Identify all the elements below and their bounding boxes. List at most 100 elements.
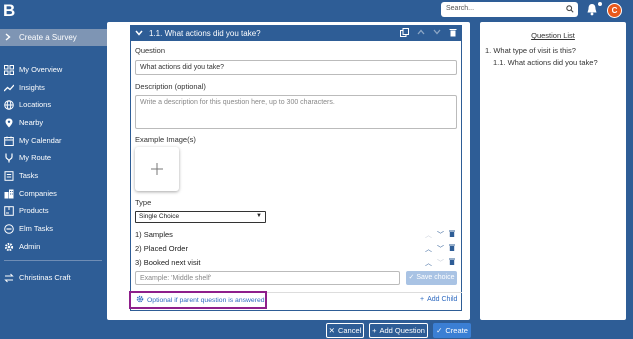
move-up-icon[interactable]: ︿ — [425, 244, 432, 254]
sidebar-item-label: My Overview — [19, 65, 63, 74]
new-option-input[interactable]: Example: 'Middle shelf' — [135, 271, 400, 285]
sidebar-item-label: Create a Survey — [19, 33, 77, 42]
sidebar-item-label: Locations — [19, 100, 52, 109]
copy-icon[interactable] — [400, 28, 409, 37]
trend-icon — [4, 84, 14, 91]
pin-icon — [5, 118, 13, 127]
add-child-label: Add Child — [427, 296, 458, 303]
search-placeholder: Search... — [446, 5, 475, 12]
sidebar-item-label: Insights — [19, 83, 45, 92]
question-input[interactable]: What actions did you take? — [135, 60, 457, 75]
avatar[interactable]: C — [607, 3, 622, 18]
trash-icon[interactable] — [448, 28, 457, 37]
add-question-button[interactable]: + Add Question — [369, 323, 428, 338]
save-choice-label: Save choice — [416, 274, 455, 281]
optional-if-parent-toggle[interactable]: Optional if parent question is answered — [129, 291, 267, 309]
sidebar-item-admin[interactable]: Admin — [0, 239, 107, 254]
top-bar: B Search... C — [0, 0, 633, 22]
app-logo[interactable]: B — [3, 1, 15, 21]
move-down-icon[interactable]: ﹀ — [437, 230, 444, 240]
question-list-title: Question List — [531, 31, 575, 40]
optional-label: Optional if parent question is answered — [147, 296, 265, 304]
check-icon: ✓ — [408, 274, 415, 281]
option-row: 3) Booked next visit ︿ ﹀ — [135, 258, 457, 270]
sidebar-item-companies[interactable]: Companies — [0, 186, 107, 201]
sidebar-item-nearby[interactable]: Nearby — [0, 115, 107, 130]
move-up-icon[interactable]: ︿ — [425, 230, 432, 240]
type-select[interactable]: Single Choice ▼ — [135, 211, 266, 223]
type-select-value: Single Choice — [139, 213, 180, 220]
cancel-label: Cancel — [337, 326, 362, 335]
sidebar-item-label: My Calendar — [19, 136, 62, 145]
trash-icon[interactable] — [449, 244, 455, 254]
notification-dot — [598, 2, 602, 6]
chevron-right-icon — [5, 32, 11, 43]
question-list-item[interactable]: 1.1. What actions did you take? — [493, 58, 598, 67]
sidebar-item-tasks[interactable]: Tasks — [0, 168, 107, 183]
sidebar-item-workspace[interactable]: Christinas Craft — [0, 270, 107, 285]
description-textarea[interactable]: Write a description for this question he… — [135, 95, 457, 129]
create-label: Create — [445, 326, 468, 335]
sidebar-item-label: Admin — [19, 242, 41, 251]
option-label: 1) Samples — [135, 230, 173, 239]
bell-icon[interactable] — [586, 3, 598, 16]
example-images-label: Example Image(s) — [135, 135, 196, 144]
type-label: Type — [135, 198, 152, 207]
sidebar-item-locations[interactable]: Locations — [0, 97, 107, 112]
question-header[interactable]: 1.1. What actions did you take? — [130, 25, 462, 41]
plus-icon: + — [420, 296, 425, 303]
option-label: 2) Placed Order — [135, 244, 188, 253]
sidebar-item-label: Companies — [19, 189, 57, 198]
sidebar-item-create-survey[interactable]: Create a Survey — [0, 29, 107, 46]
move-down-icon[interactable]: ﹀ — [437, 258, 444, 268]
option-row: 2) Placed Order ︿ ﹀ — [135, 244, 457, 256]
gear-icon — [4, 242, 14, 251]
box-icon — [4, 205, 14, 216]
question-header-title: 1.1. What actions did you take? — [149, 28, 261, 38]
grid-icon — [4, 64, 14, 75]
description-label: Description (optional) — [135, 82, 206, 91]
move-up-icon[interactable] — [416, 28, 425, 37]
search-input[interactable]: Search... — [441, 2, 578, 17]
trash-icon[interactable] — [449, 258, 455, 268]
gear-icon — [136, 295, 144, 305]
sidebar-item-label: My Route — [19, 153, 52, 162]
route-icon — [5, 153, 13, 162]
sidebar-item-products[interactable]: Products — [0, 203, 107, 218]
trash-icon[interactable] — [449, 230, 455, 240]
cancel-button[interactable]: ✕ Cancel — [326, 323, 364, 338]
sidebar-item-label: Tasks — [19, 171, 39, 180]
caret-down-icon: ▼ — [256, 213, 262, 219]
check-icon: ✓ — [436, 326, 443, 335]
sidebar-item-label: Christinas Craft — [19, 273, 71, 282]
search-icon[interactable] — [566, 5, 574, 15]
globe-icon — [4, 99, 14, 110]
add-image-button[interactable] — [135, 147, 179, 191]
question-label: Question — [135, 46, 166, 55]
sidebar-divider — [4, 260, 102, 261]
sidebar-item-my-route[interactable]: My Route — [0, 150, 107, 165]
sidebar-item-label: Products — [19, 206, 49, 215]
create-button[interactable]: ✓ Create — [433, 323, 471, 338]
question-list-item[interactable]: 1. What type of visit is this? — [485, 46, 576, 55]
building-icon — [4, 189, 14, 198]
move-down-icon[interactable] — [432, 28, 441, 37]
sidebar-item-my-overview[interactable]: My Overview — [0, 62, 107, 77]
add-question-label: Add Question — [379, 326, 425, 335]
chevron-down-icon[interactable] — [135, 29, 143, 38]
close-icon: ✕ — [328, 326, 335, 335]
add-child-button[interactable]: + Add Child — [420, 296, 457, 303]
option-label: 3) Booked next visit — [135, 258, 201, 267]
move-up-icon[interactable]: ︿ — [425, 258, 432, 268]
sidebar-item-insights[interactable]: Insights — [0, 80, 107, 95]
sidebar-item-my-calendar[interactable]: My Calendar — [0, 133, 107, 148]
calendar-icon — [4, 136, 14, 146]
sidebar-item-elm-tasks[interactable]: Elm Tasks — [0, 221, 107, 236]
save-choice-button[interactable]: ✓ Save choice — [406, 271, 457, 285]
move-down-icon[interactable]: ﹀ — [437, 244, 444, 254]
option-row: 1) Samples ︿ ﹀ — [135, 230, 457, 242]
plus-icon: + — [372, 326, 377, 335]
sidebar-item-label: Elm Tasks — [19, 224, 54, 233]
tasks-icon — [4, 170, 14, 181]
sidebar: Create a Survey My Overview Insights Loc… — [0, 22, 107, 339]
